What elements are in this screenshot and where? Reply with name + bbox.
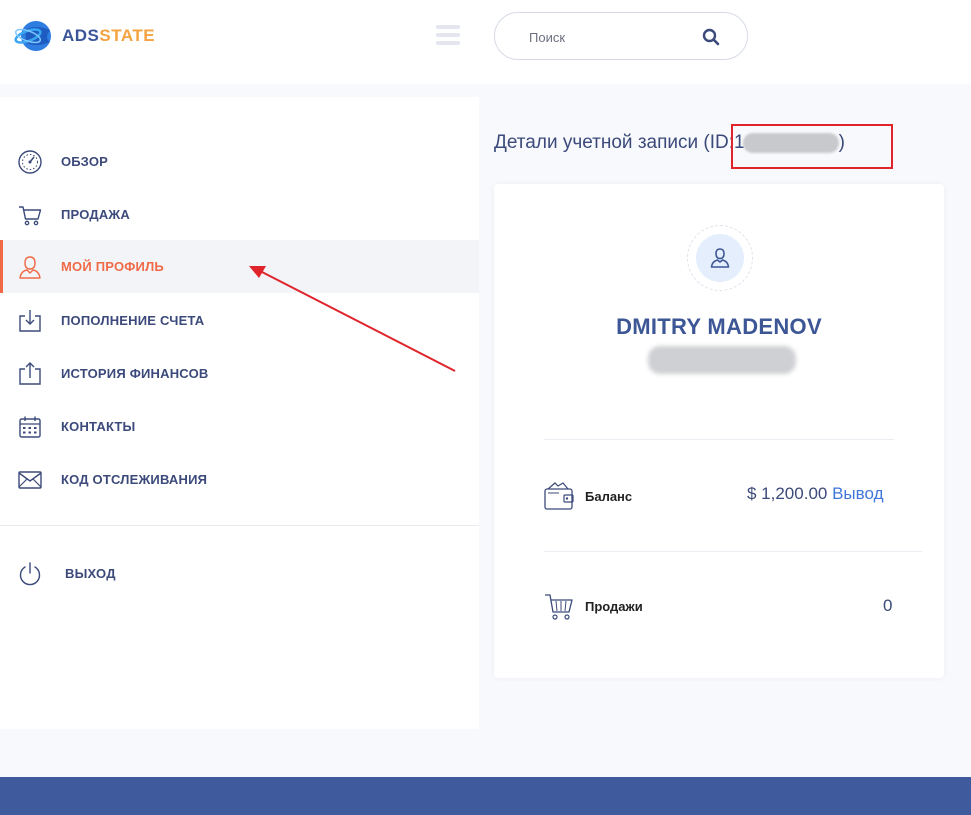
sidebar-item-top-up[interactable]: ПОПОЛНЕНИЕ СЧЕТА [0, 294, 479, 347]
sidebar-item-label: КОД ОТСЛЕЖИВАНИЯ [61, 472, 208, 487]
shopping-basket-icon [545, 594, 573, 620]
sidebar-item-finance-history[interactable]: ИСТОРИЯ ФИНАНСОВ [0, 347, 479, 400]
card-divider [544, 551, 922, 552]
sidebar-item-my-profile[interactable]: МОЙ ПРОФИЛЬ [0, 240, 479, 293]
hamburger-icon-line [436, 41, 460, 45]
top-header: ADSSTATE [0, 0, 971, 84]
sales-value: 0 [883, 596, 893, 615]
profile-card: DMITRY MADENOV Баланс $ 1,200.00 Вывод П… [494, 184, 944, 678]
card-divider [544, 439, 894, 440]
balance-value: $ 1,200.00 [747, 484, 828, 503]
sidebar-item-tracking-code[interactable]: КОД ОТСЛЕЖИВАНИЯ [0, 453, 479, 506]
wallet-icon [544, 482, 574, 510]
sidebar-item-label: КОНТАКТЫ [61, 419, 136, 434]
gauge-icon [18, 149, 42, 174]
envelope-icon [18, 470, 42, 489]
logo-text: ADSSTATE [62, 26, 155, 46]
search-icon[interactable] [701, 27, 721, 47]
user-icon [19, 255, 41, 279]
search-box [494, 12, 748, 60]
hamburger-icon-line [436, 33, 460, 37]
hamburger-icon-line [436, 25, 460, 29]
calendar-icon [19, 416, 41, 438]
sidebar-item-label: ПРОДАЖА [61, 207, 130, 222]
user-name: DMITRY MADENOV [616, 314, 822, 339]
balance-row: $ 1,200.00 Вывод [747, 484, 884, 504]
sidebar-item-label: ОБЗОР [61, 154, 109, 169]
sidebar-item-overview[interactable]: ОБЗОР [0, 135, 479, 188]
logo-text-primary: ADS [62, 26, 100, 45]
logo-text-accent: STATE [99, 26, 156, 45]
withdraw-link[interactable]: Вывод [832, 484, 883, 503]
logout-label: ВЫХОД [65, 566, 116, 581]
balance-label: Баланс [585, 489, 633, 504]
sidebar: ОБЗОР ПРОДАЖА МОЙ ПРОФИЛЬ ПОПОЛНЕНИЕ СЧЕ… [0, 97, 479, 729]
email-redacted [648, 346, 796, 374]
sidebar-item-label: ПОПОЛНЕНИЕ СЧЕТА [61, 313, 205, 328]
sidebar-item-label: ИСТОРИЯ ФИНАНСОВ [61, 366, 209, 381]
annotation-highlight-box [731, 124, 893, 169]
avatar-circle [696, 234, 744, 282]
logout-button[interactable]: ВЫХОД [0, 547, 479, 600]
sales-label: Продажи [585, 599, 643, 614]
download-tray-icon [19, 309, 41, 332]
globe-logo-icon [14, 21, 51, 51]
footer-bar [0, 777, 971, 815]
sidebar-item-contacts[interactable]: КОНТАКТЫ [0, 400, 479, 453]
avatar [687, 225, 753, 291]
page-title-text: Детали учетной записи [494, 132, 699, 153]
search-input[interactable] [529, 26, 699, 48]
sidebar-item-sales[interactable]: ПРОДАЖА [0, 188, 479, 241]
adsstate-logo[interactable]: ADSSTATE [14, 16, 155, 56]
user-avatar-icon [710, 248, 730, 268]
sidebar-item-label: МОЙ ПРОФИЛЬ [61, 259, 164, 274]
cart-icon [19, 205, 42, 225]
sidebar-divider [0, 525, 479, 526]
power-icon [19, 561, 41, 585]
upload-tray-icon [19, 361, 41, 385]
menu-toggle-button[interactable] [436, 25, 460, 47]
